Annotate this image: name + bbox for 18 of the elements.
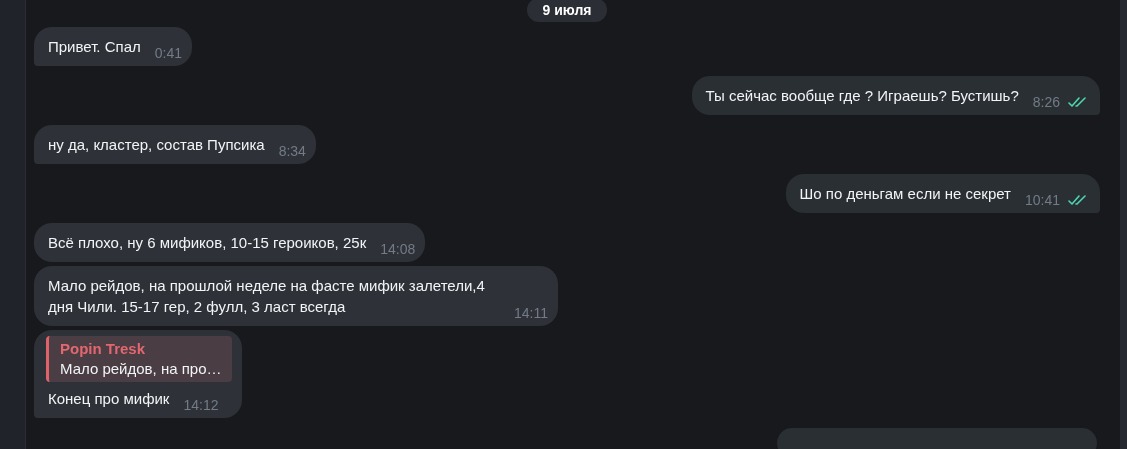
reply-text: Мало рейдов, на про… bbox=[60, 359, 222, 379]
message-text: Всё плохо, ну 6 мификов, 10-15 героиков, 25к bbox=[48, 233, 367, 253]
date-label: 9 июля bbox=[526, 0, 608, 22]
reply-quote[interactable]: Popin Tresk Мало рейдов, на про… bbox=[46, 336, 232, 382]
message-text: ну да, кластер, состав Пупсика bbox=[48, 135, 265, 155]
message-text: Ты сейчас вообще где ? Играешь? Бустишь? bbox=[705, 86, 1019, 106]
message-text: Привет. Спал bbox=[48, 37, 141, 57]
message-time: 14:12 bbox=[183, 397, 219, 413]
message-text: Шо по деньгам если не секрет bbox=[799, 184, 1011, 204]
message-time: 0:41 bbox=[154, 45, 182, 61]
message-text: Конец про мифик bbox=[48, 389, 170, 409]
message-time: 8:34 bbox=[278, 143, 306, 159]
reply-author: Popin Tresk bbox=[60, 339, 147, 359]
message-time: 10:41 bbox=[1024, 192, 1060, 208]
message-text: Мало рейдов, на прошлой неделе на фасте мифик залетели,4 дня Чили. 15-17 гер, 2 фулл, 3 ласт всегда bbox=[48, 276, 486, 317]
message-time: 8:26 bbox=[1032, 94, 1060, 110]
message-time: 14:11 bbox=[514, 305, 548, 321]
message-time: 14:08 bbox=[380, 241, 416, 257]
